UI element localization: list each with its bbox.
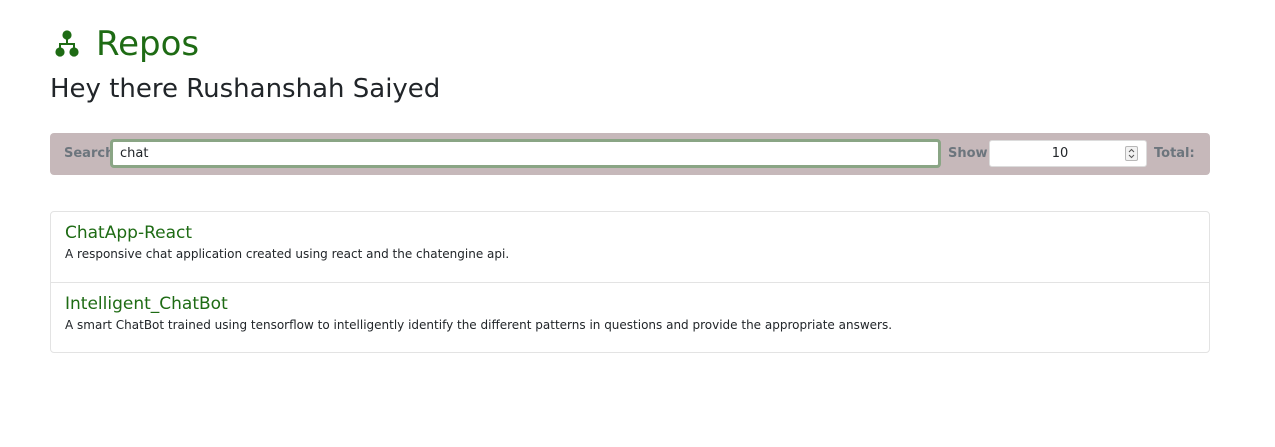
chevron-down-icon[interactable] bbox=[1128, 154, 1135, 159]
sitemap-icon bbox=[52, 29, 82, 59]
repo-link[interactable]: ChatApp-React bbox=[65, 222, 1195, 244]
title-row: Repos bbox=[52, 22, 199, 66]
number-spinner[interactable] bbox=[1125, 146, 1138, 161]
chevron-up-icon[interactable] bbox=[1128, 148, 1135, 153]
show-label: Show bbox=[948, 146, 988, 161]
total-label: Total: bbox=[1154, 146, 1195, 161]
page: Repos Hey there Rushanshah Saiyed Search… bbox=[0, 0, 1275, 447]
search-input[interactable] bbox=[110, 139, 941, 168]
repo-link[interactable]: Intelligent_ChatBot bbox=[65, 293, 1195, 315]
repo-description: A responsive chat application created us… bbox=[65, 247, 510, 261]
repo-description: A smart ChatBot trained using tensorflow… bbox=[65, 318, 893, 332]
list-item: ChatApp-React A responsive chat applicat… bbox=[51, 212, 1209, 282]
greeting-text: Hey there Rushanshah Saiyed bbox=[50, 74, 441, 104]
search-label: Search bbox=[64, 146, 115, 161]
page-title: Repos bbox=[96, 24, 200, 64]
repo-list: ChatApp-React A responsive chat applicat… bbox=[50, 211, 1210, 353]
show-count-value: 10 bbox=[1051, 146, 1069, 161]
show-count-input[interactable]: 10 bbox=[989, 140, 1147, 167]
list-item: Intelligent_ChatBot A smart ChatBot trai… bbox=[51, 282, 1209, 352]
search-toolbar: Search Show 10 Total: bbox=[50, 133, 1210, 175]
